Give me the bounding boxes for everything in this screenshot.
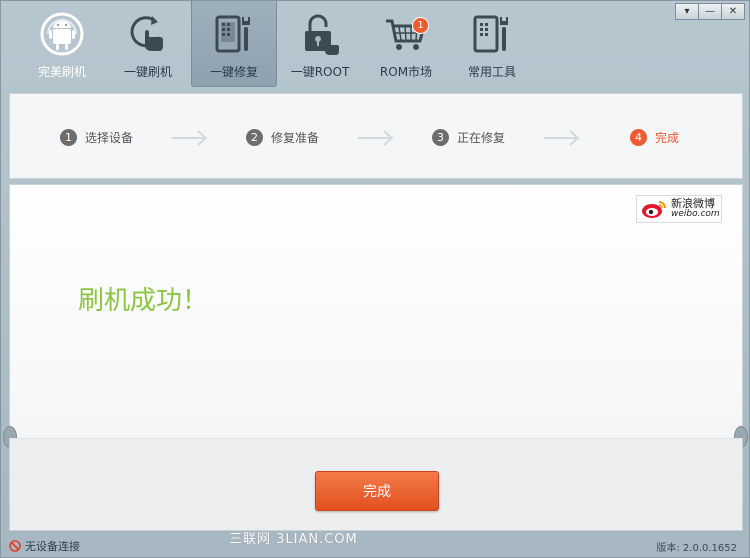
step-repair-prep: 2 修复准备: [246, 129, 319, 146]
tool-perfect-flash[interactable]: 完美刷机: [19, 1, 105, 87]
menu-dropdown-button[interactable]: ▾: [675, 3, 699, 20]
toolbox-icon: [469, 11, 515, 57]
step-number: 1: [60, 129, 77, 146]
no-device-icon: [9, 540, 21, 552]
version-label: 版本: 2.0.0.1652: [656, 543, 737, 554]
step-number: 2: [246, 129, 263, 146]
tool-label: 一键修复: [209, 65, 258, 79]
step-complete: 4 完成: [630, 129, 679, 146]
success-message: 刷机成功！: [78, 286, 209, 316]
weibo-share-button[interactable]: 新浪微博 weibo.com: [636, 195, 722, 223]
device-status: 无设备连接: [25, 540, 80, 553]
status-bar: 无设备连接 版本: 2.0.0.1652: [1, 534, 749, 558]
weibo-cn-label: 新浪微博: [671, 197, 715, 210]
tool-label: ROM市场: [379, 65, 433, 79]
rom-market-badge: 1: [412, 17, 429, 34]
step-number: 4: [630, 129, 647, 146]
weibo-en-label: weibo.com: [671, 209, 720, 219]
tool-label: 完美刷机: [37, 65, 86, 79]
main-toolbar: 完美刷机 一键刷机 一键修复 一键ROOT 1 ROM市场 常用工具: [19, 1, 535, 89]
tool-common-tools[interactable]: 常用工具: [449, 1, 535, 87]
app-window: ▾ — ✕ 完美刷机 一键刷机 一键修复 一键ROOT 1 ROM市场 常用工具…: [0, 0, 750, 558]
result-panel: 新浪微博 weibo.com 刷机成功！: [9, 184, 743, 438]
finish-button[interactable]: 完成: [315, 471, 439, 511]
tool-label: 一键刷机: [123, 65, 172, 79]
minimize-button[interactable]: —: [698, 3, 722, 20]
close-button[interactable]: ✕: [721, 3, 745, 20]
step-select-device: 1 选择设备: [60, 129, 133, 146]
tool-one-click-flash[interactable]: 一键刷机: [105, 1, 191, 87]
weibo-icon: [642, 201, 666, 218]
step-label: 完成: [655, 131, 680, 145]
action-bar: 完成: [9, 438, 743, 531]
step-label: 正在修复: [457, 131, 506, 145]
android-icon: [39, 11, 85, 57]
step-number: 3: [432, 129, 449, 146]
progress-steps: 1 选择设备 2 修复准备 3 正在修复 4 完成: [9, 93, 743, 179]
step-arrow-icon: [358, 130, 394, 146]
step-arrow-icon: [172, 130, 208, 146]
tool-rom-market[interactable]: 1 ROM市场: [363, 1, 449, 87]
step-label: 选择设备: [85, 131, 134, 145]
tool-label: 一键ROOT: [290, 65, 350, 79]
step-arrow-icon: [544, 130, 580, 146]
window-controls: ▾ — ✕: [675, 3, 745, 20]
step-label: 修复准备: [271, 131, 320, 145]
refresh-hand-icon: [125, 11, 171, 57]
tool-one-click-root[interactable]: 一键ROOT: [277, 1, 363, 87]
tool-one-click-repair[interactable]: 一键修复: [191, 1, 277, 87]
watermark: 三联网 3LIAN.COM: [229, 532, 358, 547]
unlock-icon: [297, 11, 343, 57]
step-repairing: 3 正在修复: [432, 129, 505, 146]
phone-tools-icon: [211, 11, 257, 57]
tool-label: 常用工具: [467, 65, 516, 79]
